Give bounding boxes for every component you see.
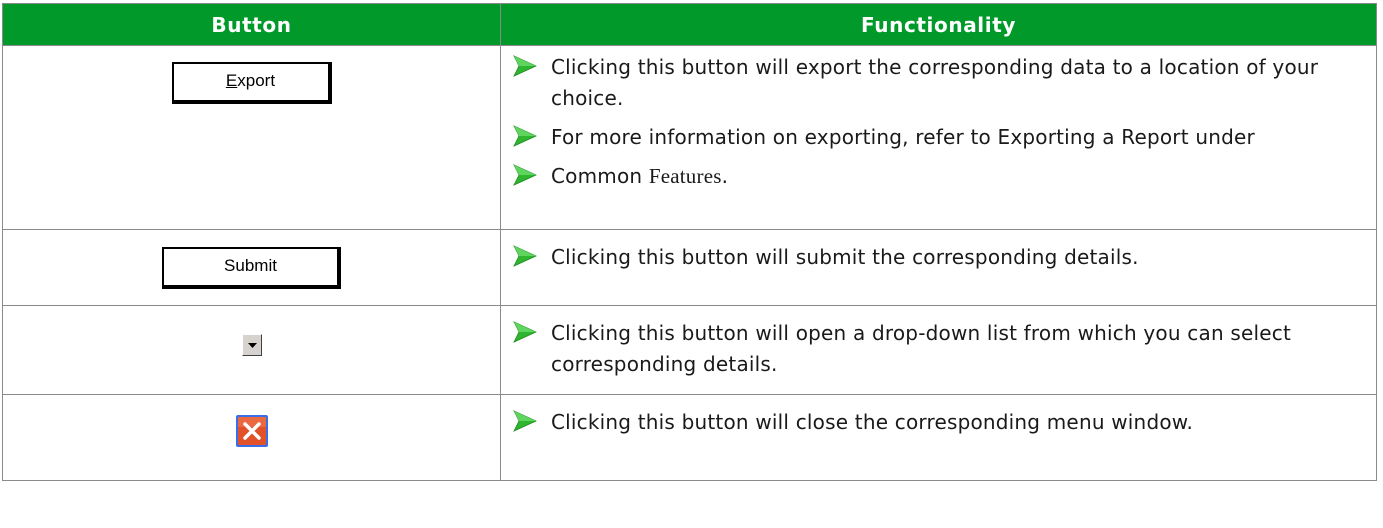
button-cell bbox=[2, 305, 501, 395]
arrow-bullet-icon bbox=[513, 164, 537, 186]
table-header-row: Button Functionality bbox=[2, 3, 1377, 46]
list-item: Clicking this button will close the corr… bbox=[513, 407, 1366, 438]
arrow-bullet-icon bbox=[513, 321, 537, 343]
button-functionality-table: Button Functionality Export Clicking thi… bbox=[2, 3, 1377, 481]
export-label-accelerator: E bbox=[225, 71, 238, 90]
functionality-cell: Clicking this button will export the cor… bbox=[500, 45, 1377, 230]
button-cell: Export bbox=[2, 45, 501, 230]
text-prefix: Common bbox=[551, 164, 649, 188]
table-row-export: Export Clicking this button will export … bbox=[2, 45, 1377, 230]
list-item: Clicking this button will open a drop-do… bbox=[513, 318, 1366, 380]
list-item: Common Features. bbox=[513, 161, 1366, 192]
button-cell bbox=[2, 394, 501, 481]
table-row-submit: Submit Clicking this button will submit … bbox=[2, 229, 1377, 306]
table-row-close: Clicking this button will close the corr… bbox=[2, 394, 1377, 481]
list-item-text: Clicking this button will open a drop-do… bbox=[551, 321, 1292, 376]
functionality-cell: Clicking this button will open a drop-do… bbox=[500, 305, 1377, 395]
close-x-icon bbox=[235, 415, 268, 447]
submit-button[interactable]: Submit bbox=[162, 247, 341, 289]
column-header-functionality: Functionality bbox=[500, 3, 1377, 46]
button-cell: Submit bbox=[2, 229, 501, 306]
arrow-bullet-icon bbox=[513, 245, 537, 267]
functionality-cell: Clicking this button will close the corr… bbox=[500, 394, 1377, 481]
export-button[interactable]: Export bbox=[171, 62, 332, 104]
text-serif-word: Features bbox=[648, 164, 722, 188]
table-row-dropdown: Clicking this button will open a drop-do… bbox=[2, 305, 1377, 395]
list-item-text: For more information on exporting, refer… bbox=[551, 125, 1255, 149]
export-label-rest: xport bbox=[237, 71, 276, 90]
close-button[interactable] bbox=[235, 414, 269, 448]
arrow-bullet-icon bbox=[513, 125, 537, 147]
list-item: For more information on exporting, refer… bbox=[513, 122, 1366, 153]
list-item-text: Clicking this button will close the corr… bbox=[551, 410, 1194, 434]
list-item: Clicking this button will export the cor… bbox=[513, 52, 1366, 114]
arrow-bullet-icon bbox=[513, 410, 537, 432]
list-item: Clicking this button will submit the cor… bbox=[513, 242, 1366, 273]
text-suffix: . bbox=[721, 164, 729, 188]
list-item-text: Clicking this button will submit the cor… bbox=[551, 245, 1139, 269]
list-item-text: Clicking this button will export the cor… bbox=[551, 55, 1319, 110]
dropdown-button[interactable] bbox=[241, 334, 262, 356]
functionality-cell: Clicking this button will submit the cor… bbox=[500, 229, 1377, 306]
dropdown-arrow-icon bbox=[247, 343, 257, 348]
list-item-text: Common Features. bbox=[551, 161, 728, 192]
arrow-bullet-icon bbox=[513, 55, 537, 77]
column-header-button: Button bbox=[2, 3, 501, 46]
